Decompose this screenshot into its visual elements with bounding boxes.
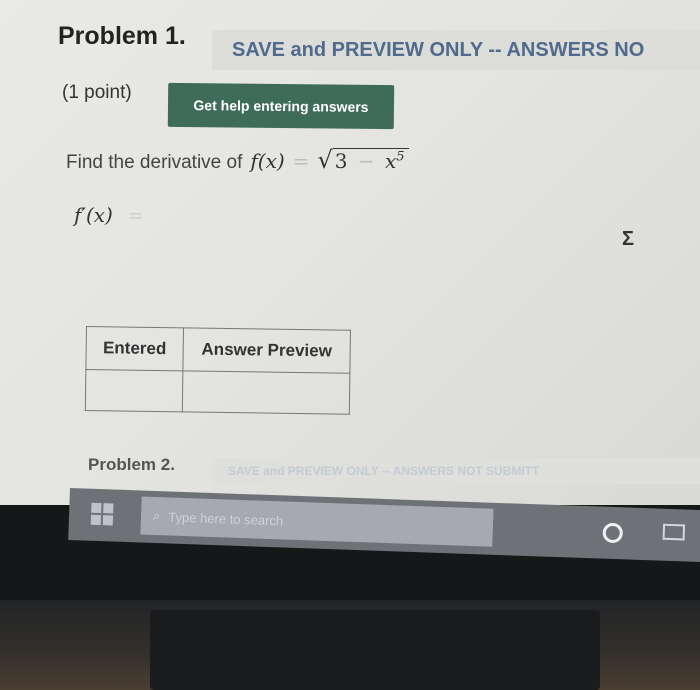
taskbar-search-box[interactable]: ⌕ Type here to search	[140, 496, 494, 547]
answer-equals-sign: =	[127, 203, 144, 227]
points-label: (1 point)	[62, 82, 132, 103]
answer-preview-header: Answer Preview	[182, 327, 351, 374]
answer-input[interactable]	[168, 198, 612, 234]
equals-sign: =	[292, 149, 310, 173]
question-text: Find the derivative of f(x) = √ 3 − x5	[66, 146, 409, 174]
browser-screen: Problem 1. SAVE and PREVIEW ONLY -- ANSW…	[0, 0, 700, 505]
entered-header: Entered	[85, 326, 184, 371]
answer-label: f′(x) =	[74, 203, 152, 227]
radicand-constant: 3	[334, 149, 348, 173]
question-prompt: Find the derivative of	[66, 152, 243, 173]
problem2-title: Problem 2.	[88, 455, 175, 474]
radicand: 3 − x5	[332, 148, 409, 173]
help-entering-answers-button[interactable]: Get help entering answers	[167, 82, 395, 130]
entered-cell	[85, 369, 183, 412]
radical-symbol: √	[317, 146, 333, 174]
function-lhs: f(x)	[250, 149, 285, 173]
windows-start-icon[interactable]	[90, 502, 114, 526]
answer-preview-cell	[182, 370, 350, 415]
table-header-row: Entered Answer Preview	[85, 326, 351, 374]
laptop-hinge	[150, 610, 600, 690]
radicand-variable: x	[384, 149, 397, 173]
search-icon: ⌕	[152, 507, 161, 524]
search-placeholder: Type here to search	[168, 508, 284, 528]
table-row	[85, 369, 350, 415]
task-view-icon[interactable]	[662, 523, 686, 541]
answer-preview-table: Entered Answer Preview	[85, 326, 351, 415]
problem-title: Problem 1.	[58, 22, 186, 50]
derivative-label: f′(x)	[74, 203, 113, 227]
cortana-icon[interactable]	[602, 522, 624, 544]
radicand-exponent: 5	[396, 149, 405, 165]
problem2-save-banner: SAVE and PREVIEW ONLY -- ANSWERS NOT SUB…	[212, 458, 700, 484]
minus-sign: −	[357, 149, 375, 173]
save-preview-banner: SAVE and PREVIEW ONLY -- ANSWERS NO	[212, 30, 700, 70]
equation-editor-icon[interactable]: Σ	[622, 228, 634, 251]
